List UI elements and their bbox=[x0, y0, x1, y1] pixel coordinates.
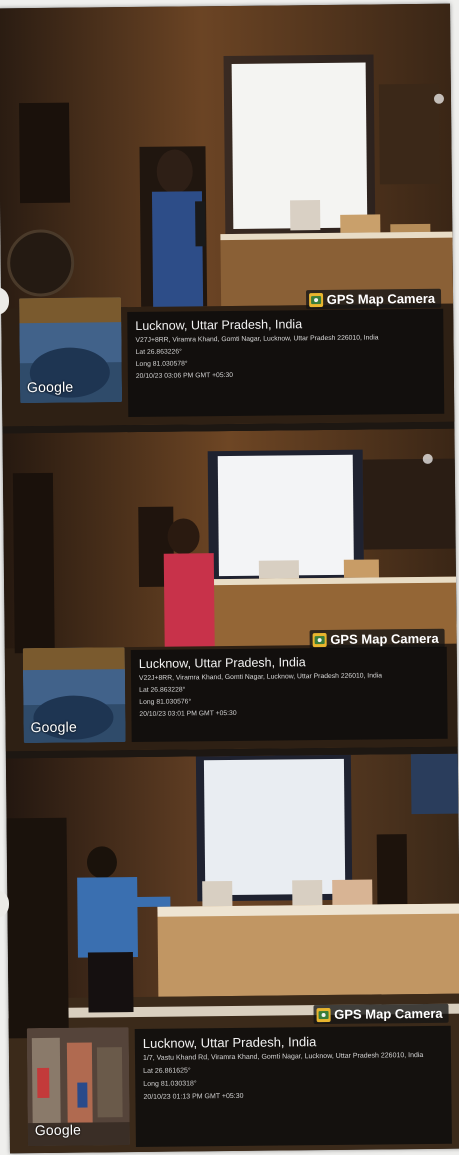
location-info: Lucknow, Uttar Pradesh, India V22J+8RR, … bbox=[130, 646, 448, 743]
latitude-text: Lat 26.863226° bbox=[135, 348, 182, 356]
gps-badge: GPS Map Camera bbox=[313, 1003, 449, 1025]
gps-badge-label: GPS Map Camera bbox=[330, 630, 439, 647]
timestamp-text: 20/10/23 03:06 PM GMT +05:30 bbox=[135, 371, 234, 380]
map-thumbnail: Google bbox=[22, 647, 126, 744]
address-text: 1/7, Vastu Khand Rd, Viramra Khand, Gomt… bbox=[142, 1052, 424, 1062]
google-watermark: Google bbox=[26, 378, 74, 396]
map-thumbnail: Google bbox=[26, 1027, 130, 1147]
latitude-text: Lat 26.861625° bbox=[143, 1067, 191, 1075]
location-title: Lucknow, Uttar Pradesh, India bbox=[142, 1034, 317, 1051]
map-thumbnail: Google bbox=[19, 297, 123, 404]
location-info: Lucknow, Uttar Pradesh, India V27J+8RR, … bbox=[127, 308, 445, 418]
camera-icon bbox=[312, 632, 327, 647]
longitude-text: Long 81.030318° bbox=[143, 1080, 197, 1088]
gps-badge: GPS Map Camera bbox=[305, 288, 442, 310]
latitude-text: Lat 26.863228° bbox=[139, 686, 186, 694]
location-info: Lucknow, Uttar Pradesh, India 1/7, Vastu… bbox=[134, 1025, 452, 1148]
longitude-text: Long 81.030576° bbox=[139, 698, 192, 706]
google-watermark: Google bbox=[30, 718, 77, 736]
longitude-text: Long 81.030578° bbox=[135, 360, 188, 368]
photo-strip: Google GPS Map Camera Lucknow, Uttar Pra… bbox=[0, 3, 459, 1154]
photo-1: Google GPS Map Camera Lucknow, Uttar Pra… bbox=[0, 3, 455, 427]
address-text: V22J+8RR, Viramra Khand, Gomti Nagar, Lu… bbox=[139, 672, 383, 682]
photo-2: Google GPS Map Camera Lucknow, Uttar Pra… bbox=[2, 428, 458, 752]
gps-badge-label: GPS Map Camera bbox=[326, 290, 436, 307]
location-title: Lucknow, Uttar Pradesh, India bbox=[138, 655, 306, 671]
camera-icon bbox=[316, 1007, 331, 1022]
photo-3: Google GPS Map Camera Lucknow, Uttar Pra… bbox=[5, 753, 459, 1154]
camera-icon bbox=[308, 292, 323, 307]
location-title: Lucknow, Uttar Pradesh, India bbox=[135, 317, 303, 333]
timestamp-text: 20/10/23 01:13 PM GMT +05:30 bbox=[143, 1092, 244, 1101]
address-text: V27J+8RR, Viramra Khand, Gomti Nagar, Lu… bbox=[135, 334, 379, 344]
google-watermark: Google bbox=[34, 1121, 82, 1139]
gps-badge-label: GPS Map Camera bbox=[334, 1005, 443, 1022]
timestamp-text: 20/10/23 03:01 PM GMT +05:30 bbox=[139, 709, 237, 718]
